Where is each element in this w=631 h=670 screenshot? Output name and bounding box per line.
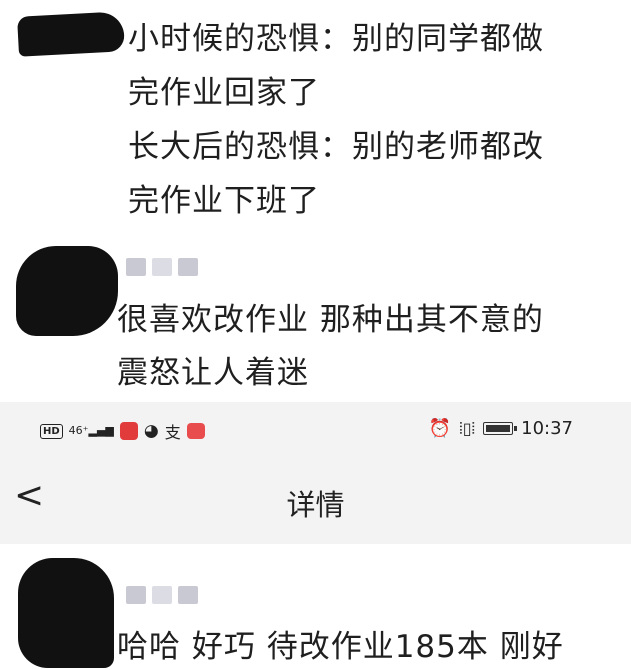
signal-icon: 46⁺▂▄▆ [68, 424, 114, 437]
comment-text-line: 长大后的恐惧：别的老师都改 [128, 129, 544, 165]
page-title: 详情 [286, 488, 345, 522]
hd-icon: HD [40, 423, 63, 439]
notification-app-icon [186, 423, 205, 439]
comment-text-line: 小时候的恐惧：别的同学都做 [128, 21, 544, 57]
nav-bar: < 详情 [0, 458, 631, 544]
comment-text-line: 完作业回家了 [128, 75, 320, 111]
browser-app-icon: ◕ [143, 421, 159, 441]
username-blurred [126, 584, 198, 606]
vibrate-icon: ⦙▯⦙ [459, 418, 476, 438]
alarm-icon: ⏰ [428, 418, 452, 439]
book-app-icon [119, 422, 138, 440]
status-bar: HD 46⁺▂▄▆ ◕ 支 ⏰ ⦙▯⦙ 10:37 [0, 402, 631, 458]
avatar-redacted [18, 558, 114, 668]
avatar-redacted [17, 11, 125, 57]
battery-icon [483, 422, 518, 435]
alipay-app-icon: 支 [164, 423, 181, 442]
comment-text-line: 震怒让人着迷 [117, 355, 309, 391]
username-blurred [126, 256, 198, 278]
comment-text-line: 完作业下班了 [128, 183, 320, 219]
comment-text-line: 哈哈 好巧 待改作业185本 刚好 [117, 629, 564, 665]
avatar-redacted [16, 246, 118, 336]
clock-time: 10:37 [521, 418, 573, 439]
comment-text-line: 很喜欢改作业 那种出其不意的 [117, 302, 544, 338]
